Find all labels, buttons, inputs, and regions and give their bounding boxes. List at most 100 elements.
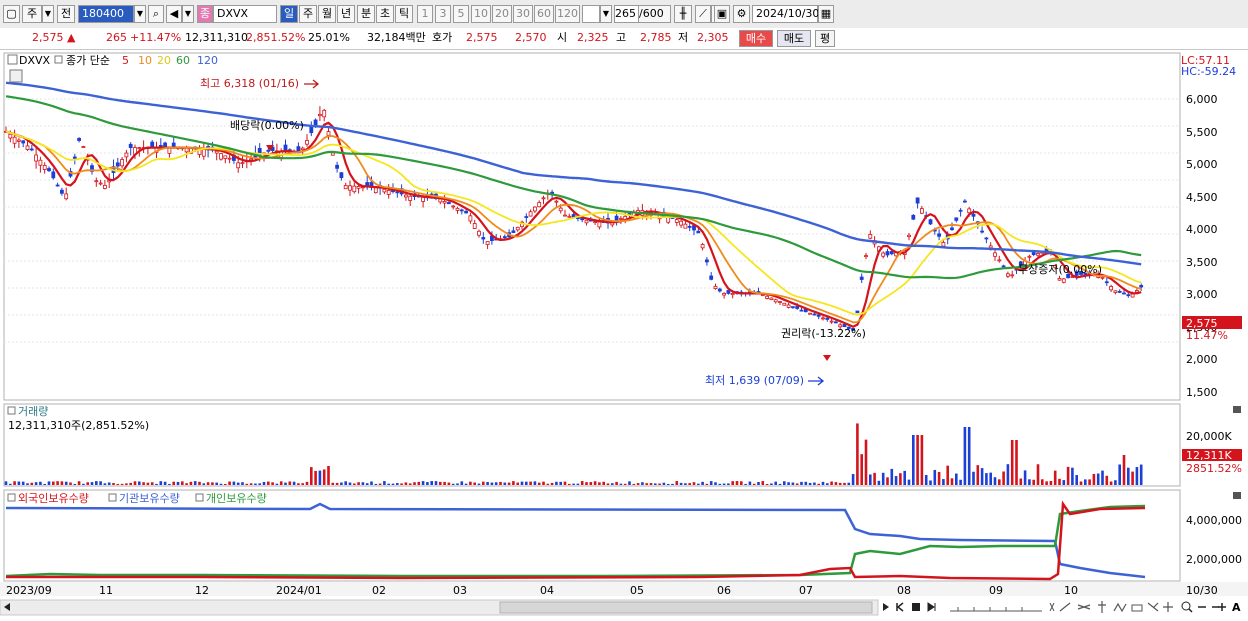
volume-bar bbox=[1049, 480, 1053, 485]
volume-bar bbox=[641, 482, 644, 485]
zoom-in-icon[interactable] bbox=[1218, 603, 1226, 611]
crosshair-icon[interactable] bbox=[1098, 601, 1106, 613]
price-tick: 4,500 bbox=[1186, 191, 1218, 204]
ma60-label: 60 bbox=[176, 54, 190, 67]
candle-type-icon[interactable]: ╫ bbox=[674, 5, 692, 23]
count-total: /600 bbox=[639, 5, 671, 23]
legend-box[interactable] bbox=[7, 493, 16, 502]
candle-body bbox=[60, 189, 64, 194]
num-1[interactable]: 1 bbox=[417, 5, 433, 23]
move-icon[interactable] bbox=[1163, 602, 1173, 612]
rect-tool-icon[interactable] bbox=[1131, 604, 1143, 612]
search-icon[interactable]: ⌕ bbox=[148, 5, 164, 23]
scrollbar-thumb[interactable] bbox=[499, 601, 873, 614]
num-5[interactable]: 5 bbox=[453, 5, 469, 23]
tab-minute[interactable]: 분 bbox=[357, 5, 375, 23]
tab-month[interactable]: 월 bbox=[318, 5, 336, 23]
wave-icon[interactable] bbox=[1113, 602, 1127, 613]
num-60[interactable]: 60 bbox=[534, 5, 554, 23]
calculator-icon[interactable] bbox=[9, 69, 23, 83]
pyeong-button[interactable]: 평 bbox=[815, 30, 835, 47]
volume-bar bbox=[417, 481, 421, 485]
candle-body bbox=[705, 259, 709, 263]
candle-body bbox=[330, 152, 335, 156]
play-icon[interactable] bbox=[883, 603, 889, 611]
candle-body bbox=[1031, 252, 1036, 256]
volume-bar bbox=[976, 465, 980, 485]
window-icon[interactable]: ▢ bbox=[3, 5, 20, 23]
cross-icon[interactable] bbox=[1049, 602, 1055, 612]
chevron-down-icon[interactable]: ▼ bbox=[600, 5, 612, 23]
stock-name-field[interactable]: DXVX bbox=[213, 5, 277, 23]
code-input[interactable]: 180400 bbox=[78, 5, 134, 23]
line-draw-icon[interactable]: ⟋ bbox=[695, 5, 711, 23]
volume-bar bbox=[993, 477, 997, 485]
speaker-icon[interactable]: ◀ bbox=[166, 5, 182, 23]
bonus-annotation: 무상증자(0.00%) bbox=[1018, 263, 1102, 276]
volume-bar bbox=[658, 483, 661, 485]
jeon-button[interactable]: 전 bbox=[57, 5, 75, 23]
pencil-icon[interactable] bbox=[1147, 602, 1159, 612]
calendar-icon[interactable]: ▦ bbox=[818, 5, 834, 23]
tab-week[interactable]: 주 bbox=[299, 5, 317, 23]
volume-bar bbox=[649, 483, 653, 485]
blank-select[interactable] bbox=[582, 5, 600, 23]
legend-institution: 기관보유수량 bbox=[119, 492, 180, 505]
ma-toggle-icon[interactable] bbox=[54, 55, 63, 64]
legend-box[interactable] bbox=[108, 493, 117, 502]
volume-bar bbox=[275, 483, 279, 485]
save-icon[interactable]: ▣ bbox=[714, 5, 730, 23]
volume-bar bbox=[430, 481, 433, 485]
volume-bar bbox=[219, 483, 223, 485]
volume-bar bbox=[804, 481, 808, 485]
num-20[interactable]: 20 bbox=[492, 5, 512, 23]
jong-badge[interactable]: 종 bbox=[197, 5, 213, 23]
x-axis-label: 09 bbox=[989, 584, 1003, 597]
step-back-icon[interactable] bbox=[896, 602, 904, 612]
volume-bar bbox=[675, 481, 679, 485]
volume-bar bbox=[770, 483, 773, 485]
volume-bar bbox=[645, 483, 648, 485]
volume-bar bbox=[477, 483, 481, 485]
volume-bar bbox=[907, 479, 911, 485]
tab-second[interactable]: 초 bbox=[376, 5, 394, 23]
stop-icon[interactable] bbox=[912, 603, 920, 611]
tab-year[interactable]: 년 bbox=[337, 5, 355, 23]
text-tool-icon[interactable]: A bbox=[1232, 601, 1241, 614]
buy-button[interactable]: 매수 bbox=[739, 30, 773, 47]
trend-line-icon[interactable] bbox=[1059, 602, 1071, 612]
close-panel-icon[interactable] bbox=[1233, 406, 1241, 413]
close-panel-icon[interactable] bbox=[1233, 492, 1241, 499]
period-select[interactable]: 주 bbox=[22, 5, 42, 23]
chevron-down-icon[interactable]: ▼ bbox=[134, 5, 146, 23]
panel-toggle-icon[interactable] bbox=[7, 406, 16, 415]
date-input[interactable]: 2024/10/30 bbox=[752, 5, 819, 23]
tab-tick[interactable]: 틱 bbox=[395, 5, 413, 23]
panel-menu-icon[interactable] bbox=[7, 54, 18, 65]
legend-individual: 개인보유수량 bbox=[206, 492, 267, 505]
num-120[interactable]: 120 bbox=[555, 5, 580, 23]
count-input[interactable]: 265 bbox=[614, 5, 639, 23]
fib-icon[interactable] bbox=[1077, 604, 1091, 610]
chevron-down-icon[interactable]: ▼ bbox=[42, 5, 54, 23]
step-forward-icon[interactable] bbox=[927, 602, 936, 612]
gear-icon[interactable]: ⚙ bbox=[733, 5, 750, 23]
num-10[interactable]: 10 bbox=[471, 5, 491, 23]
candle-body bbox=[674, 219, 679, 223]
volume-bar bbox=[1092, 473, 1096, 485]
legend-box[interactable] bbox=[195, 493, 204, 502]
volume-bar bbox=[623, 483, 627, 485]
volume-bar bbox=[245, 483, 249, 485]
chevron-down-icon[interactable]: ▼ bbox=[182, 5, 194, 23]
volume-bar bbox=[959, 479, 962, 485]
candle-body bbox=[1126, 294, 1131, 297]
volume-bar bbox=[60, 481, 64, 485]
num-3[interactable]: 3 bbox=[435, 5, 451, 23]
speed-slider[interactable] bbox=[950, 607, 1042, 612]
search-icon[interactable] bbox=[1181, 601, 1191, 611]
volume-bar bbox=[443, 481, 446, 485]
num-30[interactable]: 30 bbox=[513, 5, 533, 23]
chart-canvas[interactable]: DXVX 종가 단순 5 10 20 60 120 LC:57.11 HC:-5… bbox=[0, 49, 1248, 621]
tab-day[interactable]: 일 bbox=[280, 5, 298, 23]
sell-button[interactable]: 매도 bbox=[777, 30, 811, 47]
